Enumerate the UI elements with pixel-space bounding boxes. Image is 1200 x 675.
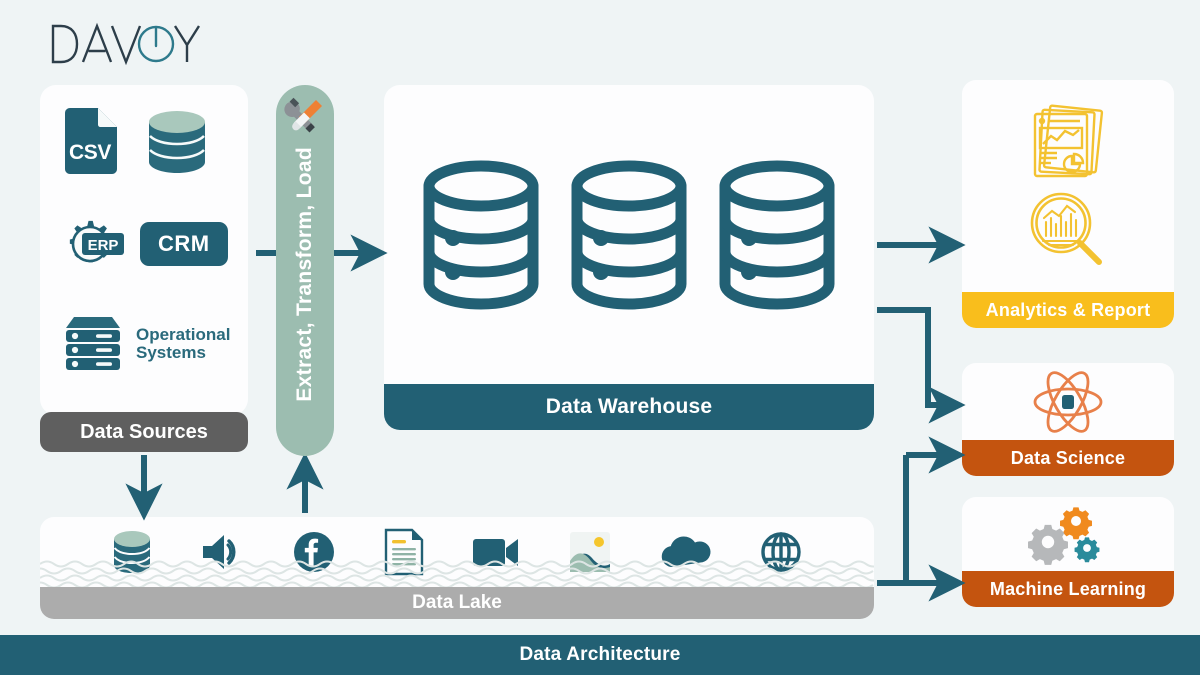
data-warehouse-icons bbox=[384, 85, 874, 384]
server-rack-icon bbox=[66, 317, 120, 370]
machine-learning-panel: Machine Learning bbox=[962, 497, 1174, 607]
facebook-icon bbox=[294, 532, 335, 572]
database-cylinder-icon bbox=[113, 531, 151, 573]
data-warehouse-label: Data Warehouse bbox=[384, 384, 874, 430]
data-sources-panel: CSV ERP CRM Operational Systems bbox=[40, 85, 248, 415]
erp-gear-icon: ERP bbox=[69, 220, 124, 263]
database-stack-outline-icon bbox=[423, 160, 539, 309]
data-warehouse-panel: Data Warehouse bbox=[384, 85, 874, 430]
arrow-warehouse-to-datascience bbox=[877, 307, 966, 424]
data-lake-icons bbox=[40, 517, 874, 587]
etl-pipeline: Extract, Transform, Load bbox=[276, 85, 334, 456]
wrench-screwdriver-icon bbox=[284, 97, 322, 133]
brand-logo bbox=[50, 20, 200, 68]
data-sources-row-3: Operational Systems bbox=[62, 315, 230, 373]
database-cylinder-icon bbox=[149, 111, 205, 173]
svg-text:ERP: ERP bbox=[88, 237, 119, 254]
data-sources-label: Data Sources bbox=[40, 412, 248, 452]
data-lake-label: Data Lake bbox=[40, 587, 874, 619]
globe-icon bbox=[761, 532, 801, 572]
gears-icon bbox=[1028, 507, 1100, 565]
chart-magnifier-icon bbox=[1030, 192, 1102, 265]
atom-icon bbox=[1033, 370, 1103, 433]
document-text-icon bbox=[384, 528, 423, 576]
database-stack-outline-icon bbox=[571, 160, 687, 309]
database-stack-outline-icon bbox=[719, 160, 835, 309]
analytics-report-label: Analytics & Report bbox=[962, 292, 1174, 328]
davoy-wordmark-icon bbox=[51, 22, 200, 66]
data-lake-panel bbox=[40, 517, 874, 587]
analytics-icons bbox=[962, 80, 1174, 292]
arrow-lake-riser bbox=[877, 455, 909, 586]
data-science-icons bbox=[962, 363, 1174, 440]
etl-label: Extract, Transform, Load bbox=[293, 147, 316, 402]
data-science-panel: Data Science bbox=[962, 363, 1174, 476]
operational-systems-line2: Systems bbox=[136, 343, 206, 362]
data-sources-row-1: CSV bbox=[62, 107, 208, 177]
operational-systems-line1: Operational bbox=[136, 324, 231, 344]
machine-learning-label: Machine Learning bbox=[962, 571, 1174, 607]
data-science-label: Data Science bbox=[962, 440, 1174, 476]
csv-file-icon: CSV bbox=[65, 108, 117, 174]
svg-text:CSV: CSV bbox=[69, 141, 111, 164]
crm-chip-icon: CRM bbox=[140, 222, 228, 266]
speaker-audio-icon bbox=[202, 535, 236, 569]
report-documents-icon bbox=[1033, 104, 1104, 178]
operational-systems-label: Operational Systems bbox=[136, 324, 231, 363]
footer-bar: Data Architecture bbox=[0, 635, 1200, 675]
footer-title: Data Architecture bbox=[519, 644, 681, 665]
video-camera-icon bbox=[473, 539, 519, 566]
image-photo-icon bbox=[569, 532, 610, 572]
analytics-report-panel: Analytics & Report bbox=[962, 80, 1174, 328]
cloud-icon bbox=[661, 536, 711, 567]
data-sources-row-2: ERP CRM bbox=[60, 213, 228, 275]
diagram-canvas: CSV ERP CRM Operational Systems Data Sou… bbox=[0, 0, 1200, 675]
machine-learning-icons bbox=[962, 497, 1174, 571]
